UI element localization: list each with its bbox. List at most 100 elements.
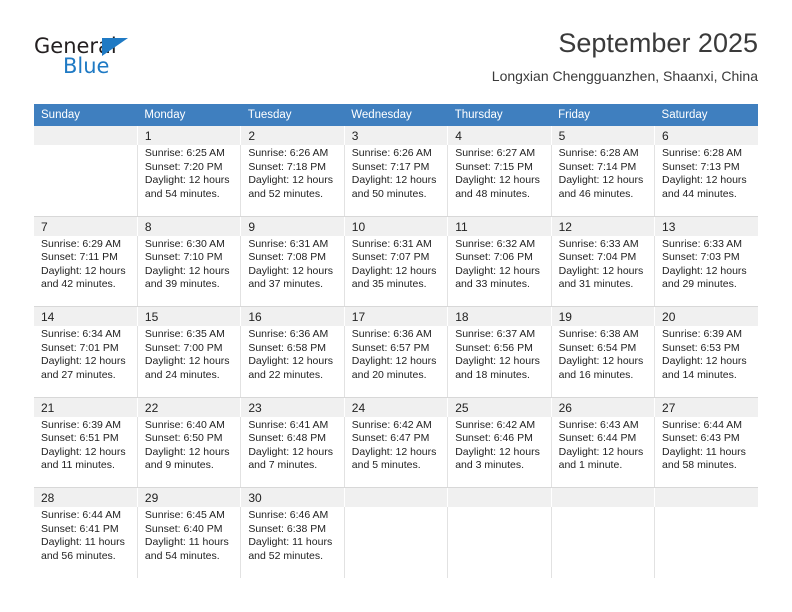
day-cell	[654, 507, 758, 578]
date-number: 9	[240, 216, 345, 236]
date-number: 28	[34, 487, 138, 507]
sunset-text: Sunset: 6:47 PM	[351, 432, 430, 445]
daylight-text-1: Daylight: 12 hours	[351, 174, 437, 187]
daylight-text-2: and 48 minutes.	[455, 187, 530, 200]
day-cell: Sunrise: 6:45 AM Sunset: 6:40 PM Dayligh…	[136, 507, 242, 578]
sunset-text: Sunset: 6:41 PM	[41, 522, 119, 535]
daylight-text-1: Daylight: 12 hours	[41, 264, 126, 277]
calendar-grid: Sunday Monday Tuesday Wednesday Thursday…	[34, 104, 758, 578]
daylight-text-2: and 29 minutes.	[662, 278, 737, 291]
daylight-text-1: Daylight: 11 hours	[41, 536, 125, 549]
date-number: 7	[34, 216, 138, 236]
daylight-text-2: and 3 minutes.	[455, 459, 525, 472]
daylight-text-1: Daylight: 12 hours	[351, 445, 437, 458]
date-number-row: 21 22 23 24 25 26 27	[34, 397, 758, 417]
sunrise-text: Sunrise: 6:37 AM	[455, 328, 536, 340]
day-cell: Sunrise: 6:28 AM Sunset: 7:13 PM Dayligh…	[654, 145, 758, 217]
daylight-text-1: Daylight: 11 hours	[144, 536, 229, 549]
sunset-text: Sunset: 7:07 PM	[351, 251, 430, 264]
calendar-page: General Blue September 2025 Longxian Che…	[0, 0, 792, 612]
calendar-table: Sunday Monday Tuesday Wednesday Thursday…	[34, 104, 758, 578]
daylight-text-2: and 22 minutes.	[248, 368, 324, 381]
daylight-text-1: Daylight: 12 hours	[558, 445, 644, 458]
date-number: 23	[240, 397, 345, 417]
general-blue-logo: General Blue	[34, 34, 214, 88]
daylight-text-1: Daylight: 12 hours	[558, 174, 644, 187]
sunrise-text: Sunrise: 6:29 AM	[41, 237, 121, 250]
day-cell: Sunrise: 6:28 AM Sunset: 7:14 PM Dayligh…	[550, 145, 656, 217]
daylight-text-1: Daylight: 12 hours	[351, 355, 437, 368]
daylight-text-1: Daylight: 12 hours	[455, 445, 540, 458]
logo-text-blue: Blue	[63, 54, 110, 78]
sunset-text: Sunset: 6:50 PM	[144, 432, 223, 445]
sunset-text: Sunset: 6:43 PM	[662, 432, 740, 445]
day-cell: Sunrise: 6:41 AM Sunset: 6:48 PM Dayligh…	[240, 416, 345, 488]
date-number	[343, 487, 449, 507]
weekday-header-wednesday: Wednesday	[344, 104, 448, 126]
week-detail-row: Sunrise: 6:44 AM Sunset: 6:41 PM Dayligh…	[34, 507, 758, 578]
sunset-text: Sunset: 7:06 PM	[455, 251, 533, 264]
day-cell: Sunrise: 6:38 AM Sunset: 6:54 PM Dayligh…	[550, 326, 656, 398]
weekday-header-friday: Friday	[551, 104, 655, 126]
daylight-text-2: and 9 minutes.	[144, 459, 214, 472]
calendar-body: 1 2 3 4 5 6 Sunrise: 6:25 AM Sunset: 7:2…	[34, 126, 758, 578]
daylight-text-2: and 16 minutes.	[558, 368, 634, 381]
sunset-text: Sunset: 7:18 PM	[248, 160, 326, 173]
sunrise-text: Sunrise: 6:26 AM	[351, 147, 432, 159]
sunrise-text: Sunrise: 6:30 AM	[144, 237, 225, 250]
weekday-header-tuesday: Tuesday	[240, 104, 345, 126]
daylight-text-2: and 56 minutes.	[41, 549, 116, 562]
daylight-text-1: Daylight: 12 hours	[455, 355, 540, 368]
date-number: 4	[447, 126, 552, 145]
sunrise-text: Sunrise: 6:35 AM	[144, 328, 225, 340]
daylight-text-2: and 20 minutes.	[351, 368, 427, 381]
day-cell: Sunrise: 6:44 AM Sunset: 6:43 PM Dayligh…	[654, 416, 758, 488]
sunrise-text: Sunrise: 6:27 AM	[455, 147, 536, 159]
daylight-text-2: and 52 minutes.	[248, 187, 324, 200]
day-cell: Sunrise: 6:43 AM Sunset: 6:44 PM Dayligh…	[550, 416, 656, 488]
daylight-text-1: Daylight: 12 hours	[41, 355, 126, 368]
date-number: 30	[240, 487, 345, 507]
sunrise-text: Sunrise: 6:31 AM	[351, 237, 432, 250]
sunset-text: Sunset: 7:10 PM	[144, 251, 223, 264]
date-number: 22	[136, 397, 242, 417]
daylight-text-2: and 44 minutes.	[662, 187, 737, 200]
sunrise-text: Sunrise: 6:41 AM	[248, 418, 329, 431]
sunrise-text: Sunrise: 6:43 AM	[558, 418, 639, 431]
weekday-header-row: Sunday Monday Tuesday Wednesday Thursday…	[34, 104, 758, 126]
sunrise-text: Sunrise: 6:32 AM	[455, 237, 536, 250]
sunrise-text: Sunrise: 6:36 AM	[248, 328, 329, 340]
sunset-text: Sunset: 6:56 PM	[455, 341, 533, 354]
sunset-text: Sunset: 7:08 PM	[248, 251, 326, 264]
sunrise-text: Sunrise: 6:42 AM	[351, 418, 432, 431]
sunrise-text: Sunrise: 6:40 AM	[144, 418, 225, 431]
daylight-text-2: and 42 minutes.	[41, 278, 116, 291]
daylight-text-1: Daylight: 12 hours	[41, 445, 126, 458]
day-cell: Sunrise: 6:36 AM Sunset: 6:58 PM Dayligh…	[240, 326, 345, 398]
daylight-text-2: and 50 minutes.	[351, 187, 427, 200]
day-cell: Sunrise: 6:40 AM Sunset: 6:50 PM Dayligh…	[136, 416, 242, 488]
day-cell: Sunrise: 6:26 AM Sunset: 7:18 PM Dayligh…	[240, 145, 345, 217]
sunset-text: Sunset: 6:48 PM	[248, 432, 326, 445]
daylight-text-2: and 46 minutes.	[558, 187, 634, 200]
day-cell: Sunrise: 6:25 AM Sunset: 7:20 PM Dayligh…	[136, 145, 242, 217]
sunset-text: Sunset: 6:53 PM	[662, 341, 740, 354]
date-number: 12	[550, 216, 656, 236]
daylight-text-1: Daylight: 12 hours	[662, 264, 747, 277]
date-number: 24	[343, 397, 449, 417]
day-cell: Sunrise: 6:33 AM Sunset: 7:04 PM Dayligh…	[550, 235, 656, 307]
daylight-text-2: and 27 minutes.	[41, 368, 116, 381]
day-cell: Sunrise: 6:26 AM Sunset: 7:17 PM Dayligh…	[343, 145, 449, 217]
day-cell	[447, 507, 552, 578]
day-cell: Sunrise: 6:42 AM Sunset: 6:46 PM Dayligh…	[447, 416, 552, 488]
day-cell: Sunrise: 6:36 AM Sunset: 6:57 PM Dayligh…	[343, 326, 449, 398]
daylight-text-2: and 35 minutes.	[351, 278, 427, 291]
daylight-text-1: Daylight: 12 hours	[144, 445, 230, 458]
daylight-text-1: Daylight: 12 hours	[248, 264, 333, 277]
sunrise-text: Sunrise: 6:25 AM	[144, 147, 225, 159]
daylight-text-2: and 58 minutes.	[662, 459, 737, 472]
title-block: September 2025 Longxian Chengguanzhen, S…	[492, 26, 758, 86]
week-detail-row: Sunrise: 6:34 AM Sunset: 7:01 PM Dayligh…	[34, 326, 758, 398]
daylight-text-2: and 18 minutes.	[455, 368, 530, 381]
sunrise-text: Sunrise: 6:44 AM	[41, 509, 121, 521]
